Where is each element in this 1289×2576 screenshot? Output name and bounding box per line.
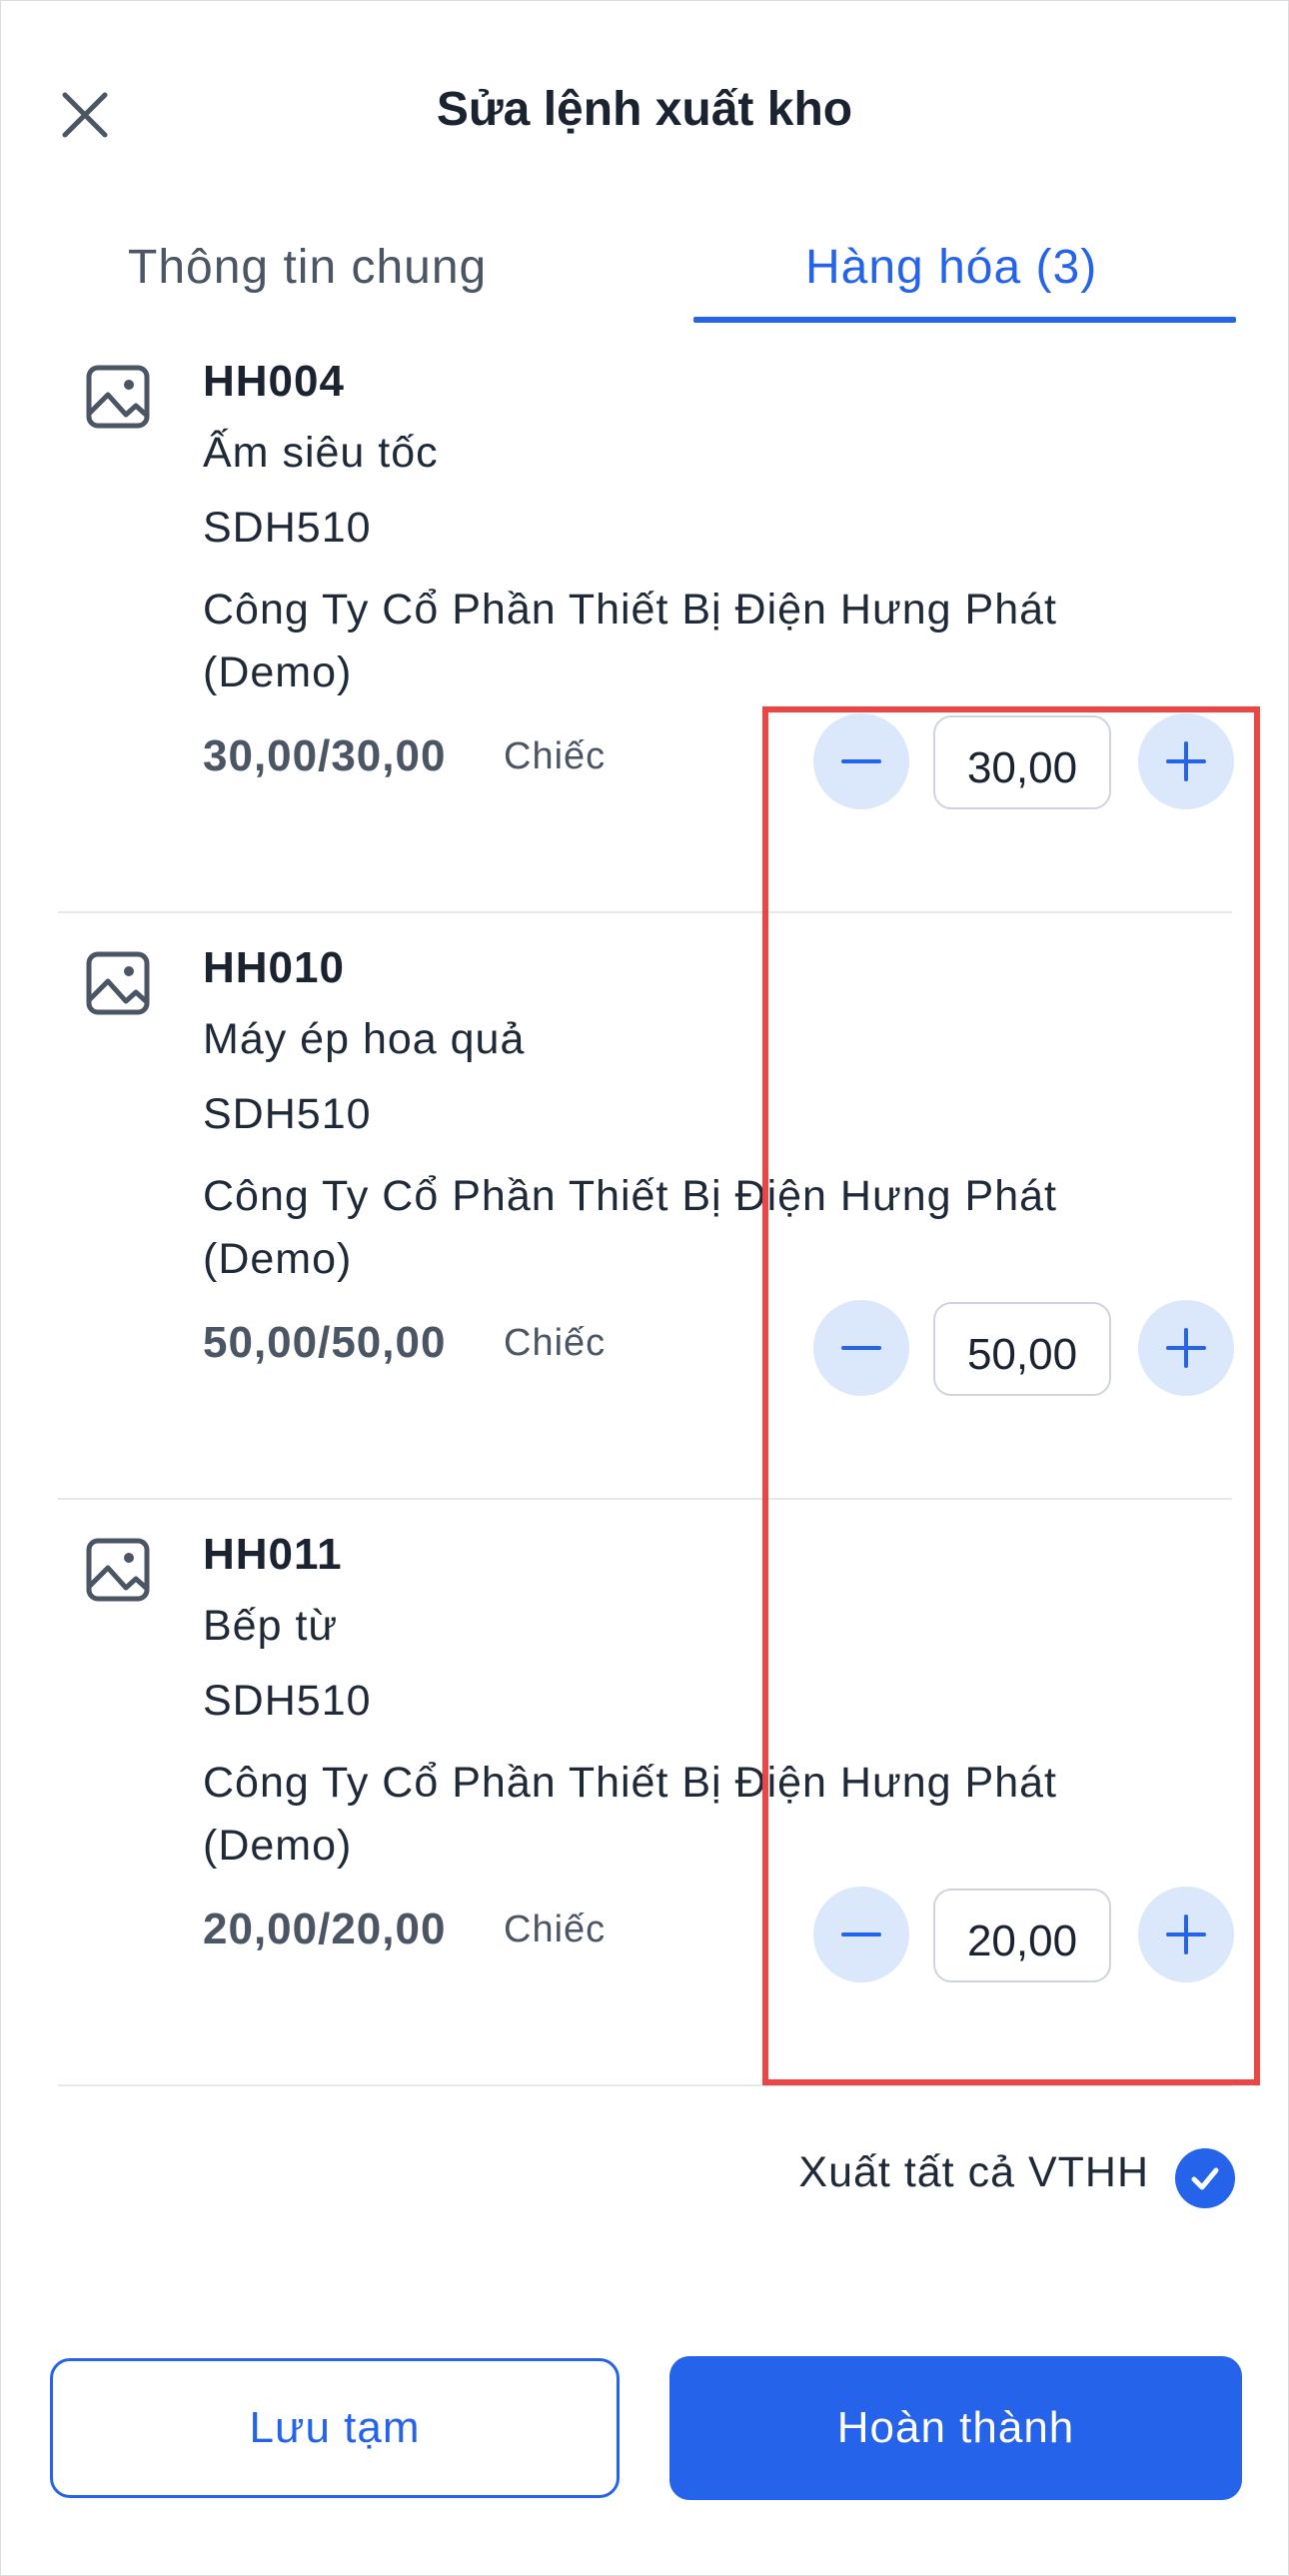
item-quantity-ratio: 50,00/50,00 — [203, 1318, 447, 1367]
item-unit: Chiếc — [504, 1909, 607, 1950]
item-supplier: Công Ty Cổ Phần Thiết Bị Điện Hưng Phát … — [203, 1172, 1057, 1283]
plus-icon — [1166, 1328, 1206, 1368]
goods-list-item: HH010 Máy ép hoa quả SDH510 Công Ty Cổ P… — [0, 913, 1289, 1500]
item-code: HH011 — [203, 1530, 343, 1579]
minus-icon — [841, 1346, 881, 1350]
minus-icon — [841, 1932, 881, 1936]
item-unit: Chiếc — [504, 1322, 607, 1364]
quantity-input[interactable]: 50,00 — [933, 1302, 1111, 1396]
tab-goods[interactable]: Hàng hóa (3) — [805, 240, 1097, 320]
decrease-quantity-button[interactable] — [813, 1300, 909, 1396]
item-name: Máy ép hoa quả — [203, 1015, 526, 1063]
complete-button[interactable]: Hoàn thành — [669, 2356, 1242, 2500]
item-name: Bếp từ — [203, 1602, 339, 1650]
quantity-input[interactable]: 20,00 — [933, 1889, 1111, 1982]
goods-list-item: HH011 Bếp từ SDH510 Công Ty Cổ Phần Thiế… — [0, 1500, 1289, 2086]
item-supplier: Công Ty Cổ Phần Thiết Bị Điện Hưng Phát … — [203, 586, 1057, 696]
page-title: Sửa lệnh xuất kho — [436, 83, 853, 136]
item-sku: SDH510 — [203, 1090, 372, 1138]
tab-general-info[interactable]: Thông tin chung — [128, 240, 487, 320]
active-tab-indicator — [693, 317, 1236, 323]
plus-icon — [1166, 741, 1206, 781]
item-sku: SDH510 — [203, 504, 372, 552]
minus-icon — [841, 759, 881, 763]
item-name: Ấm siêu tốc — [203, 429, 439, 477]
decrease-quantity-button[interactable] — [813, 713, 909, 809]
save-draft-button[interactable]: Lưu tạm — [50, 2358, 620, 2498]
item-sku: SDH510 — [203, 1677, 372, 1725]
image-placeholder-icon — [86, 365, 150, 429]
item-code: HH004 — [203, 357, 345, 406]
item-unit: Chiếc — [504, 735, 607, 777]
increase-quantity-button[interactable] — [1138, 713, 1234, 809]
item-quantity-ratio: 20,00/20,00 — [203, 1905, 447, 1953]
export-all-checkbox[interactable] — [1175, 2148, 1235, 2208]
increase-quantity-button[interactable] — [1138, 1887, 1234, 1982]
plus-icon — [1166, 1915, 1206, 1954]
image-placeholder-icon — [86, 1538, 150, 1602]
decrease-quantity-button[interactable] — [813, 1887, 909, 1982]
goods-list-item: HH004 Ấm siêu tốc SDH510 Công Ty Cổ Phần… — [0, 327, 1289, 913]
quantity-input[interactable]: 30,00 — [933, 715, 1111, 809]
item-quantity-ratio: 30,00/30,00 — [203, 731, 447, 780]
export-all-label: Xuất tất cả VTHH — [798, 2148, 1149, 2196]
item-divider — [58, 2084, 1232, 2086]
check-icon — [1191, 2167, 1219, 2190]
increase-quantity-button[interactable] — [1138, 1300, 1234, 1396]
item-supplier: Công Ty Cổ Phần Thiết Bị Điện Hưng Phát … — [203, 1759, 1057, 1870]
item-code: HH010 — [203, 943, 345, 992]
image-placeholder-icon — [86, 951, 150, 1015]
